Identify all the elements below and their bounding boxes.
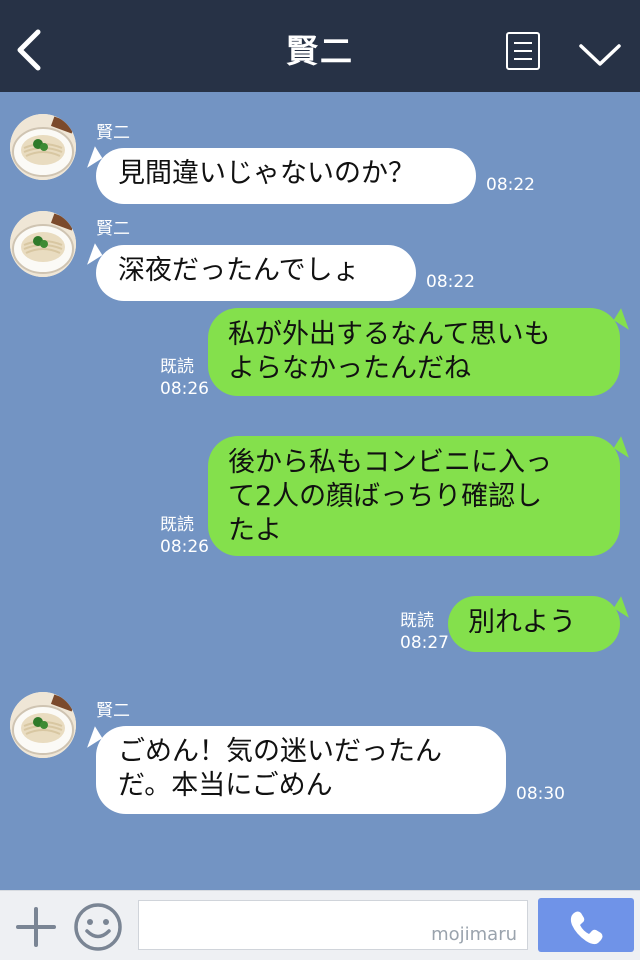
message-bubble-outgoing[interactable]: 別れよう — [448, 596, 620, 652]
plus-icon[interactable] — [14, 905, 58, 949]
message-input[interactable]: mojimaru — [138, 900, 528, 950]
avatar[interactable] — [10, 114, 76, 180]
message-time: 08:22 — [426, 272, 475, 292]
message-bubble-incoming[interactable]: 見間違いじゃないのか？ — [96, 148, 476, 204]
message-time: 08:30 — [516, 784, 565, 804]
chat-area[interactable]: 賢二 見間違いじゃないのか？ 08:22 賢二 深夜だったんでしょ 08:22 … — [0, 92, 640, 890]
chat-header: 賢二 — [0, 0, 640, 92]
read-label: 既読 — [400, 611, 434, 631]
sender-name: 賢二 — [96, 123, 130, 143]
read-label: 既読 — [160, 515, 194, 535]
read-receipt: 既読 08:26 — [160, 514, 209, 558]
avatar[interactable] — [10, 692, 76, 758]
udon-bowl-icon — [10, 114, 76, 180]
chat-title: 賢二 — [285, 32, 354, 70]
sender-name: 賢二 — [96, 701, 130, 721]
message-bubble-outgoing[interactable]: 後から私もコンビニに入っ て2人の顔ばっちり確認し たよ — [208, 436, 620, 556]
smiley-icon[interactable] — [72, 901, 124, 953]
sender-name: 賢二 — [96, 219, 130, 239]
read-receipt: 既読 08:27 — [400, 610, 449, 654]
udon-bowl-icon — [10, 692, 76, 758]
message-bubble-outgoing[interactable]: 私が外出するなんて思いも よらなかったんだね — [208, 308, 620, 396]
message-bubble-incoming[interactable]: 深夜だったんでしょ — [96, 245, 416, 301]
read-label: 既読 — [160, 357, 194, 377]
chevron-down-icon[interactable] — [578, 40, 622, 70]
phone-icon — [570, 911, 603, 945]
watermark: mojimaru — [431, 924, 517, 945]
message-time: 08:22 — [486, 175, 535, 195]
read-receipt: 既読 08:26 — [160, 356, 209, 400]
message-time: 08:27 — [400, 633, 449, 653]
input-bar: mojimaru — [0, 890, 640, 960]
avatar[interactable] — [10, 211, 76, 277]
menu-icon[interactable] — [506, 32, 540, 70]
message-time: 08:26 — [160, 537, 209, 557]
udon-bowl-icon — [10, 211, 76, 277]
message-time: 08:26 — [160, 379, 209, 399]
message-bubble-incoming[interactable]: ごめん！気の迷いだったん だ。本当にごめん — [96, 726, 506, 814]
call-button[interactable] — [538, 898, 634, 952]
